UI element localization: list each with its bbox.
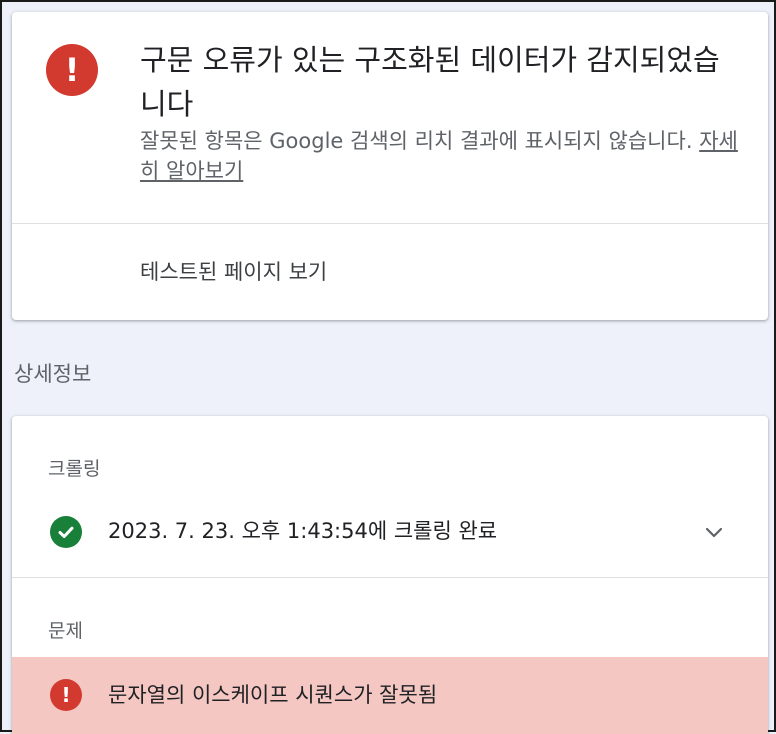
status-headline: 구문 오류가 있는 구조화된 데이터가 감지되었습니다 xyxy=(140,43,720,121)
crawl-status-text: 2023. 7. 23. 오후 1:43:54에 크롤링 완료 xyxy=(108,519,498,543)
chevron-down-icon[interactable] xyxy=(702,520,726,544)
view-tested-page-button[interactable]: 테스트된 페이지 보기 xyxy=(140,256,327,286)
issues-label: 문제 xyxy=(48,620,83,642)
check-circle-icon xyxy=(50,516,82,548)
status-card: ! 구문 오류가 있는 구조화된 데이터가 감지되었습니다 잘못된 항목은 Go… xyxy=(12,12,768,320)
error-icon: ! xyxy=(50,679,82,711)
details-card: 크롤링 2023. 7. 23. 오후 1:43:54에 크롤링 완료 문제 !… xyxy=(12,416,768,734)
status-description: 잘못된 항목은 Google 검색의 리치 결과에 표시되지 않습니다. 자세히… xyxy=(140,126,740,186)
details-section-title: 상세정보 xyxy=(14,362,92,386)
error-icon: ! xyxy=(46,44,98,96)
divider xyxy=(12,223,768,224)
divider xyxy=(12,577,768,578)
crawl-label: 크롤링 xyxy=(48,458,101,480)
issue-row[interactable]: ! 문자열의 이스케이프 시퀀스가 잘못됨 xyxy=(12,657,768,734)
issue-text: 문자열의 이스케이프 시퀀스가 잘못됨 xyxy=(108,683,438,707)
status-description-text: 잘못된 항목은 Google 검색의 리치 결과에 표시되지 않습니다. xyxy=(140,129,693,153)
